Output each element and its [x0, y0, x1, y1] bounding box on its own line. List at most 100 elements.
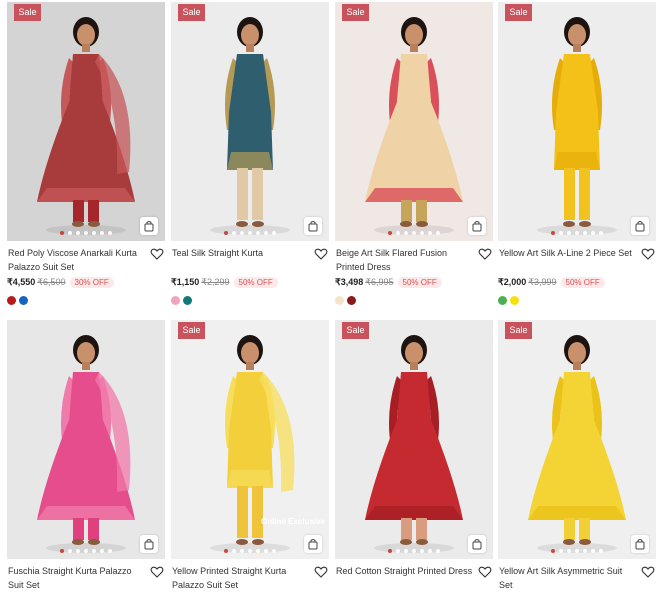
carousel-dot[interactable] [396, 549, 400, 553]
carousel-dot[interactable] [232, 549, 236, 553]
product-name[interactable]: Fuschia Straight Kurta Palazzo Suit Set [7, 564, 146, 592]
color-swatch[interactable] [19, 296, 28, 305]
carousel-dot[interactable] [567, 549, 571, 553]
carousel-dot[interactable] [92, 231, 96, 235]
color-swatch[interactable] [347, 296, 356, 305]
carousel-dot[interactable] [591, 231, 595, 235]
carousel-dot[interactable] [559, 549, 563, 553]
add-to-bag-button[interactable] [304, 535, 322, 553]
carousel-dot[interactable] [428, 549, 432, 553]
product-image[interactable]: Sale [335, 2, 493, 241]
product-image[interactable]: Sale [171, 2, 329, 241]
carousel-dot[interactable] [388, 549, 392, 553]
carousel-dot[interactable] [108, 549, 112, 553]
color-swatch[interactable] [171, 296, 180, 305]
product-name[interactable]: Teal Silk Straight Kurta [171, 246, 310, 274]
carousel-dot[interactable] [436, 231, 440, 235]
product-card[interactable]: Sale Online Exclusive Yellow Printed Strai… [171, 320, 329, 592]
color-swatch[interactable] [510, 296, 519, 305]
carousel-dot[interactable] [412, 549, 416, 553]
product-image[interactable]: Sale [335, 320, 493, 559]
carousel-dot[interactable] [240, 549, 244, 553]
product-card[interactable]: Sale Red Cotton Straight Printed Dress [335, 320, 493, 592]
product-image[interactable]: Sale [7, 2, 165, 241]
carousel-dot[interactable] [599, 549, 603, 553]
wishlist-button[interactable] [641, 565, 655, 579]
carousel-dot[interactable] [599, 231, 603, 235]
carousel-dot[interactable] [583, 231, 587, 235]
carousel-dot[interactable] [567, 231, 571, 235]
product-name[interactable]: Yellow Art Silk A-Line 2 Piece Set [498, 246, 637, 274]
carousel-dot[interactable] [60, 231, 64, 235]
carousel-dot[interactable] [412, 231, 416, 235]
carousel-dot[interactable] [420, 231, 424, 235]
wishlist-button[interactable] [150, 565, 164, 579]
carousel-dot[interactable] [232, 231, 236, 235]
carousel-dot[interactable] [100, 549, 104, 553]
carousel-dot[interactable] [575, 549, 579, 553]
carousel-dot[interactable] [248, 231, 252, 235]
wishlist-button[interactable] [314, 247, 328, 261]
carousel-dot[interactable] [575, 231, 579, 235]
color-swatch[interactable] [335, 296, 344, 305]
carousel-dot[interactable] [404, 549, 408, 553]
carousel-dot[interactable] [272, 549, 276, 553]
carousel-dot[interactable] [240, 231, 244, 235]
product-name[interactable]: Yellow Printed Straight Kurta Palazzo Su… [171, 564, 310, 592]
carousel-dot[interactable] [224, 231, 228, 235]
carousel-dot[interactable] [256, 549, 260, 553]
add-to-bag-button[interactable] [631, 535, 649, 553]
add-to-bag-button[interactable] [631, 217, 649, 235]
add-to-bag-button[interactable] [304, 217, 322, 235]
product-name[interactable]: Red Cotton Straight Printed Dress [335, 564, 474, 592]
carousel-dot[interactable] [60, 549, 64, 553]
carousel-dot[interactable] [428, 231, 432, 235]
carousel-dot[interactable] [68, 549, 72, 553]
wishlist-button[interactable] [150, 247, 164, 261]
carousel-dot[interactable] [272, 231, 276, 235]
product-image[interactable]: Sale Online Exclusive [171, 320, 329, 559]
product-card[interactable]: Sale Yellow Art Silk A-Line 2 Piece Set ₹2… [498, 2, 656, 310]
wishlist-button[interactable] [478, 565, 492, 579]
carousel-dot[interactable] [264, 231, 268, 235]
wishlist-button[interactable] [478, 247, 492, 261]
carousel-dot[interactable] [92, 549, 96, 553]
carousel-dot[interactable] [84, 549, 88, 553]
carousel-dot[interactable] [583, 549, 587, 553]
color-swatch[interactable] [498, 296, 507, 305]
carousel-dot[interactable] [396, 231, 400, 235]
carousel-dot[interactable] [76, 231, 80, 235]
color-swatch[interactable] [7, 296, 16, 305]
product-card[interactable]: Fuschia Straight Kurta Palazzo Suit Set [7, 320, 165, 592]
add-to-bag-button[interactable] [468, 535, 486, 553]
carousel-dot[interactable] [76, 549, 80, 553]
product-card[interactable]: Sale Beige Art Silk Flared Fusion Printed… [335, 2, 493, 310]
carousel-dot[interactable] [388, 231, 392, 235]
product-card[interactable]: Sale Yellow Art Silk Asymmetric Suit Set [498, 320, 656, 592]
carousel-dot[interactable] [436, 549, 440, 553]
carousel-dot[interactable] [256, 231, 260, 235]
product-name[interactable]: Yellow Art Silk Asymmetric Suit Set [498, 564, 637, 592]
product-card[interactable]: Sale Red Poly Viscose Anarkali Kurta Pala… [7, 2, 165, 310]
carousel-dot[interactable] [248, 549, 252, 553]
product-image[interactable] [7, 320, 165, 559]
product-card[interactable]: Sale Teal Silk Straight Kurta ₹1,150 ₹2,299… [171, 2, 329, 310]
color-swatch[interactable] [183, 296, 192, 305]
carousel-dot[interactable] [84, 231, 88, 235]
product-image[interactable]: Sale [498, 2, 656, 241]
add-to-bag-button[interactable] [140, 217, 158, 235]
wishlist-button[interactable] [314, 565, 328, 579]
carousel-dot[interactable] [264, 549, 268, 553]
wishlist-button[interactable] [641, 247, 655, 261]
product-image[interactable]: Sale [498, 320, 656, 559]
carousel-dot[interactable] [100, 231, 104, 235]
add-to-bag-button[interactable] [468, 217, 486, 235]
carousel-dot[interactable] [108, 231, 112, 235]
carousel-dot[interactable] [420, 549, 424, 553]
carousel-dot[interactable] [224, 549, 228, 553]
add-to-bag-button[interactable] [140, 535, 158, 553]
product-name[interactable]: Beige Art Silk Flared Fusion Printed Dre… [335, 246, 474, 274]
carousel-dot[interactable] [551, 231, 555, 235]
product-name[interactable]: Red Poly Viscose Anarkali Kurta Palazzo … [7, 246, 146, 274]
carousel-dot[interactable] [68, 231, 72, 235]
